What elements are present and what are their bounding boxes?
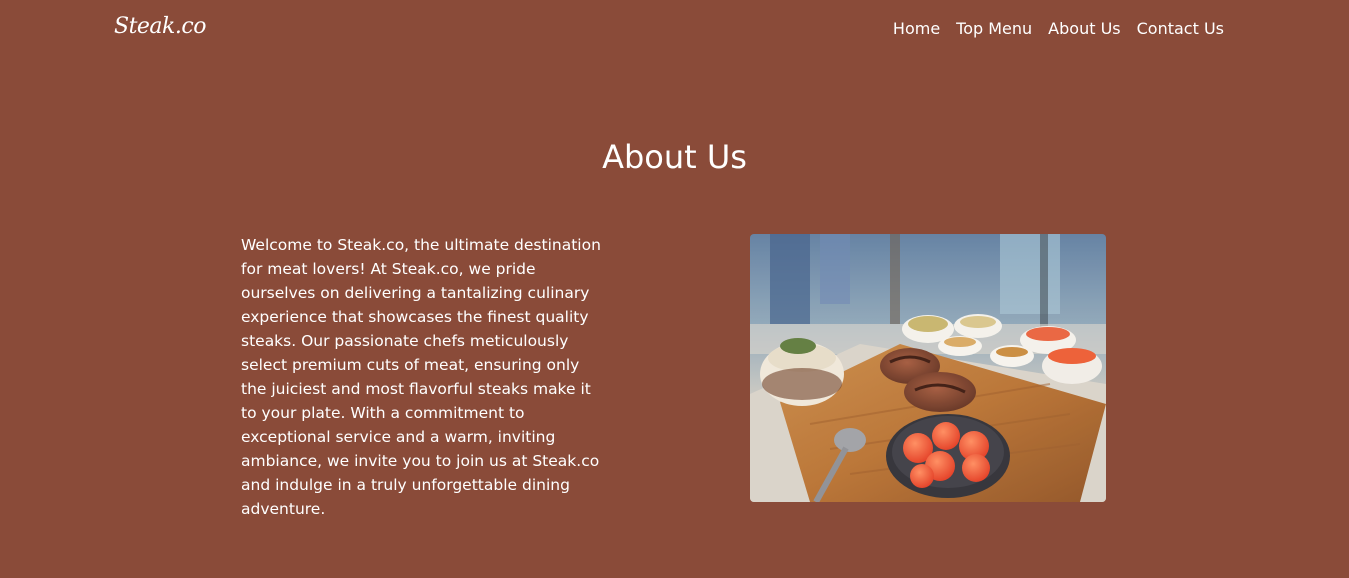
nav-link-contact-us[interactable]: Contact Us bbox=[1137, 19, 1224, 38]
brand-logo[interactable]: Steak.co bbox=[114, 14, 206, 39]
nav-link-top-menu[interactable]: Top Menu bbox=[956, 19, 1032, 38]
nav-link-home[interactable]: Home bbox=[893, 19, 940, 38]
nav-links: Home Top Menu About Us Contact Us bbox=[893, 19, 1224, 38]
about-title: About Us bbox=[602, 138, 747, 176]
steak-platter-image bbox=[750, 234, 1106, 502]
navbar: Steak.co Home Top Menu About Us Contact … bbox=[0, 0, 1349, 62]
about-description: Welcome to Steak.co, the ultimate destin… bbox=[241, 236, 601, 518]
nav-link-about-us[interactable]: About Us bbox=[1048, 19, 1120, 38]
